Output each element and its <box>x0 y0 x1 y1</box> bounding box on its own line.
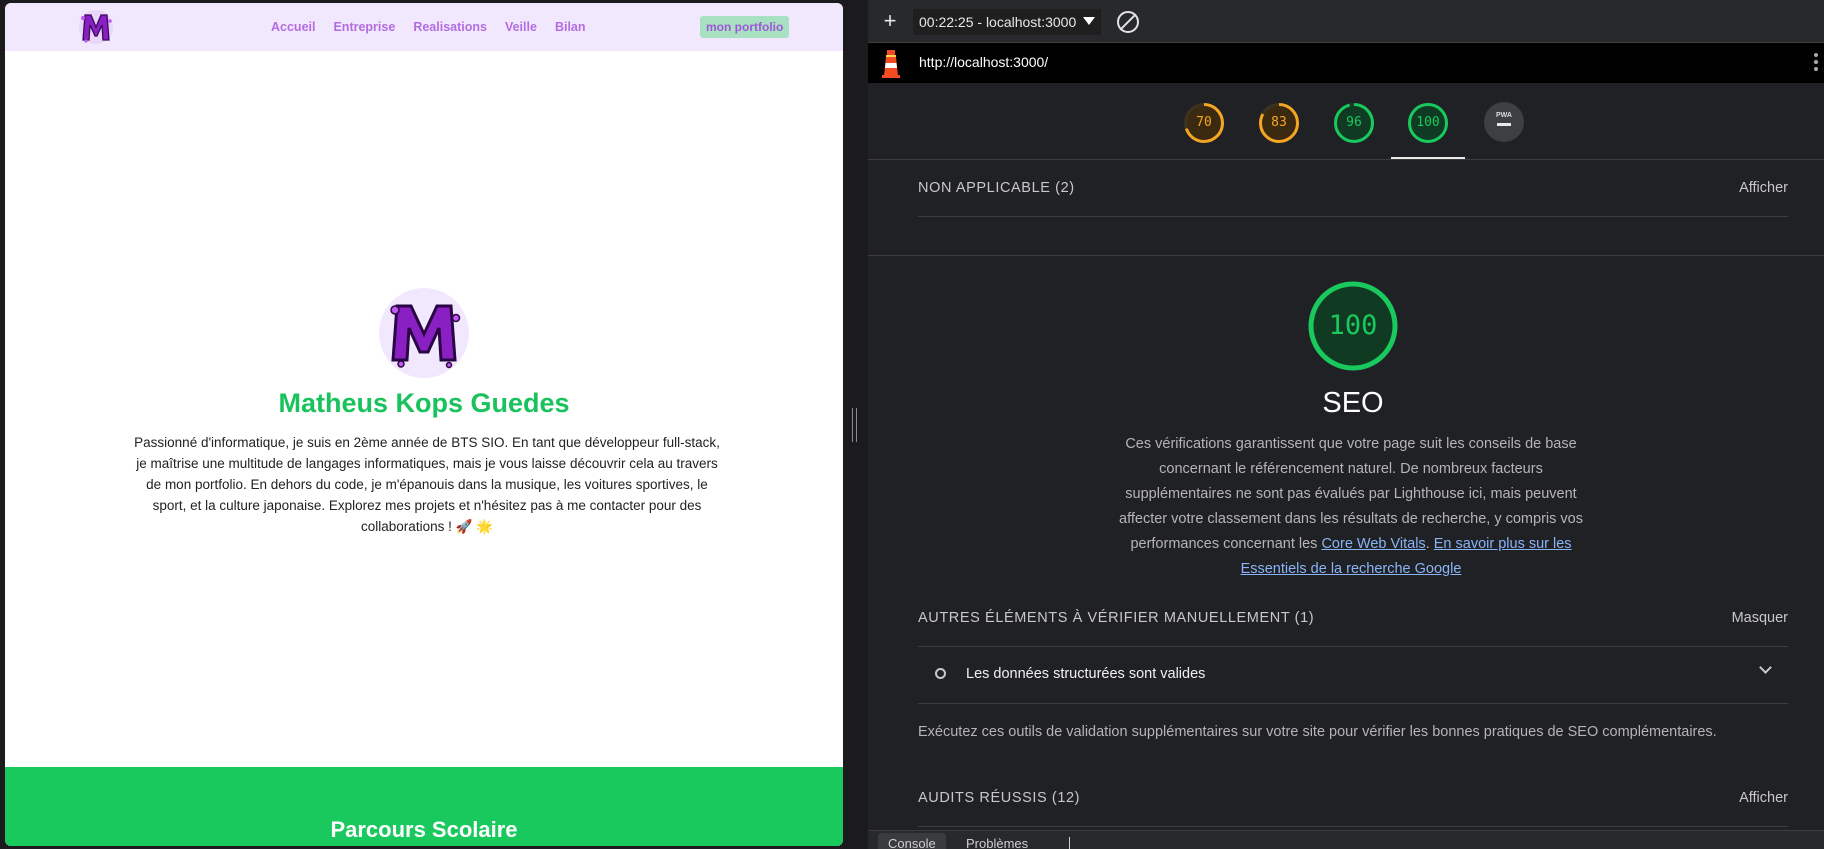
pwa-dash-icon <box>1497 123 1511 126</box>
seo-big-score: 100 <box>1328 310 1378 341</box>
seo-score: 100 <box>1416 115 1440 130</box>
score-gauges: 70 83 96 100 PWA <box>868 83 1824 160</box>
passed-audits-group[interactable]: AUDITS RÉUSSIS (12) Afficher <box>918 770 1788 827</box>
manual-checks-group[interactable]: AUTRES ÉLÉMENTS À VÉRIFIER MANUELLEMENT … <box>918 590 1788 647</box>
seo-gauge[interactable]: 100 <box>1407 102 1449 144</box>
nav-links: Accueil Entreprise Realisations Veille B… <box>271 3 586 51</box>
portfolio-button[interactable]: mon portfolio <box>700 16 790 38</box>
logo-icon <box>379 288 469 378</box>
nav-link-entreprise[interactable]: Entreprise <box>333 20 395 34</box>
passed-audits-show-button[interactable]: Afficher <box>1739 790 1788 806</box>
url-bar: http://localhost:3000/ <box>868 43 1824 83</box>
passed-audits-title: AUDITS RÉUSSIS (12) <box>918 790 1081 806</box>
lighthouse-panel: + 00:22:25 - localhost:3000 http://local… <box>868 0 1824 849</box>
audit-item-title: Les données structurées sont valides <box>966 666 1206 682</box>
not-applicable-title: NON APPLICABLE (2) <box>918 180 1075 196</box>
circle-icon <box>935 668 946 679</box>
nav-link-accueil[interactable]: Accueil <box>271 20 315 34</box>
more-options-icon[interactable] <box>1814 53 1820 75</box>
accessibility-score: 83 <box>1271 115 1287 130</box>
report-selector-label: 00:22:25 - localhost:3000 <box>919 14 1077 30</box>
pwa-badge[interactable]: PWA <box>1484 102 1524 142</box>
chevron-down-icon[interactable] <box>1759 661 1772 674</box>
section-title: Parcours Scolaire <box>330 817 518 842</box>
active-gauge-indicator <box>1391 157 1465 159</box>
section-divider <box>868 255 1824 256</box>
site-navbar: Accueil Entreprise Realisations Veille B… <box>5 3 843 51</box>
report-selector[interactable]: 00:22:25 - localhost:3000 <box>913 9 1101 35</box>
clear-icon[interactable] <box>1117 11 1139 33</box>
manual-checks-note: Exécutez ces outils de validation supplé… <box>918 724 1717 740</box>
not-applicable-group[interactable]: NON APPLICABLE (2) Afficher <box>918 160 1788 217</box>
best-practices-score: 96 <box>1346 115 1362 130</box>
logo-icon[interactable] <box>77 9 115 45</box>
caret-down-icon <box>1083 17 1095 25</box>
performance-score: 70 <box>1196 115 1212 130</box>
accessibility-gauge[interactable]: 83 <box>1258 102 1300 144</box>
page-url: http://localhost:3000/ <box>919 54 1049 70</box>
hero-section: Matheus Kops Guedes Passionné d'informat… <box>5 51 843 769</box>
not-applicable-show-button[interactable]: Afficher <box>1739 180 1788 196</box>
best-practices-gauge[interactable]: 96 <box>1333 102 1375 144</box>
website-preview: Accueil Entreprise Realisations Veille B… <box>5 3 843 846</box>
nav-link-realisations[interactable]: Realisations <box>413 20 487 34</box>
audit-item[interactable]: Les données structurées sont valides <box>918 646 1788 704</box>
plus-icon[interactable]: + <box>880 10 900 32</box>
lighthouse-icon <box>882 50 900 78</box>
tab-problems[interactable]: Problèmes <box>956 833 1038 849</box>
description-sep: . <box>1425 536 1434 552</box>
performance-gauge[interactable]: 70 <box>1183 102 1225 144</box>
category-title: SEO <box>1322 387 1384 419</box>
manual-checks-hide-button[interactable]: Masquer <box>1732 610 1788 626</box>
avatar <box>379 288 469 378</box>
pwa-label: PWA <box>1496 112 1512 119</box>
bottom-drawer: Console Problèmes <box>868 830 1824 849</box>
core-web-vitals-link[interactable]: Core Web Vitals <box>1321 536 1425 552</box>
hero-bio: Passionné d'informatique, je suis en 2èm… <box>134 435 720 534</box>
parcours-section: Parcours Scolaire <box>5 767 843 846</box>
drawer-divider <box>1069 837 1070 849</box>
lighthouse-toolbar: + 00:22:25 - localhost:3000 <box>868 0 1824 43</box>
manual-checks-title: AUTRES ÉLÉMENTS À VÉRIFIER MANUELLEMENT … <box>918 610 1315 626</box>
nav-link-veille[interactable]: Veille <box>505 20 537 34</box>
nav-link-bilan[interactable]: Bilan <box>555 20 586 34</box>
panel-splitter-handle[interactable] <box>852 408 857 442</box>
tab-console[interactable]: Console <box>878 833 946 849</box>
hero-name: Matheus Kops Guedes <box>278 388 570 418</box>
category-description: Ces vérifications garantissent que votre… <box>1104 432 1598 582</box>
description-text: Ces vérifications garantissent que votre… <box>1119 436 1583 552</box>
seo-big-gauge: 100 <box>1307 280 1399 372</box>
